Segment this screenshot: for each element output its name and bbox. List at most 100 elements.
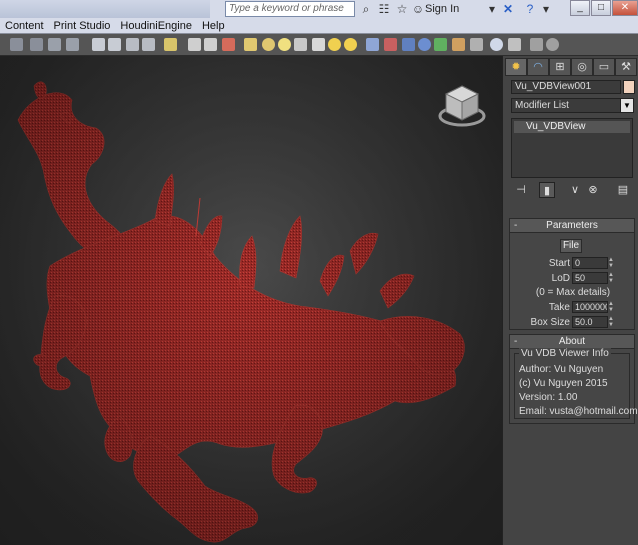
binoculars-icon[interactable]: ⌕ [358,1,374,17]
box-size-spinner-arrows-icon[interactable]: ▲ ▼ [608,316,614,328]
rotate-icon[interactable] [204,38,217,51]
wand-icon[interactable] [470,38,483,51]
eye-icon[interactable] [294,38,307,51]
help-icon[interactable]: ? [522,1,538,17]
pin-stack-icon[interactable]: ⊣ [513,182,529,198]
box-size-row: Box Size 50.0 ▲ ▼ [510,316,636,329]
box-size-label: Box Size [530,317,570,328]
start-spinner-field[interactable]: 0 [572,257,608,269]
command-panel: ✹ ◠ ⊞ ◎ ▭ ⚒ Vu_VDBView001 Modifier List … [502,56,638,545]
start-label: Start [548,258,570,269]
bind-icon[interactable] [402,38,415,51]
take-spinner-arrows-icon[interactable]: ▲ ▼ [608,301,614,313]
motion-tab-icon[interactable]: ◎ [571,58,593,76]
layers-icon[interactable] [108,38,121,51]
star-icon[interactable]: ☆ [394,1,410,17]
material-icon[interactable] [434,38,447,51]
box-icon[interactable] [244,38,257,51]
parameters-rollout-header[interactable]: - Parameters [510,219,634,233]
light-icon[interactable] [164,38,177,51]
teapot-icon[interactable] [66,38,79,51]
start-row: Start 0 ▲ ▼ [510,257,636,270]
about-group: Vu VDB Viewer Info Author: Vu Nguyen (c)… [514,348,638,419]
lod-spinner-arrows-icon[interactable]: ▲ ▼ [608,272,614,284]
render-sphere-icon[interactable] [490,38,503,51]
help-dropdown-icon[interactable]: ▾ [538,1,554,17]
about-rollout-header[interactable]: - About [510,335,634,349]
grid-icon[interactable] [142,38,155,51]
email-text: Email: vusta@hotmail.com [519,406,638,417]
lod-label: LoD [551,273,570,284]
hair-icon[interactable] [452,38,465,51]
unlink-icon[interactable] [384,38,397,51]
chevron-down-icon[interactable]: ▾ [484,1,500,17]
lod-spinner-field[interactable]: 50 [572,272,608,284]
parameters-rollout: - Parameters File Start 0 ▲ ▼ LoD 50 ▲ ▼ (… [509,218,635,330]
main-toolbar [0,34,638,56]
sun-icon[interactable] [328,38,341,51]
modifier-list-dropdown[interactable]: Modifier List [511,98,633,113]
minimize-icon[interactable]: _ [570,0,590,16]
options-icon[interactable] [530,38,543,51]
stack-controls: ⊣ ▮ ∨ ⊗ ▤ [511,182,635,200]
menu-content[interactable]: Content [0,18,49,34]
object-color-swatch[interactable] [623,80,635,94]
question-icon[interactable] [546,38,559,51]
stack-item[interactable]: Vu_VDBView [514,121,630,133]
window-controls: _ □ ✕ [570,0,638,16]
title-strip [0,0,210,18]
take-spinner-field[interactable]: 10000000000 [572,301,608,313]
author-text: Author: Vu Nguyen [519,364,604,375]
menu-bar: Type a keyword or phrase ⌕ ☷ ☆ ☺ Sign In… [0,0,638,34]
make-unique-icon[interactable]: ∨ [567,182,583,198]
render-setup-icon[interactable] [10,38,23,51]
snap-icon[interactable] [222,38,235,51]
utilities-tab-icon[interactable]: ⚒ [615,58,637,76]
camera-icon[interactable] [92,38,105,51]
menu-print-studio[interactable]: Print Studio [49,18,116,34]
geosphere-icon[interactable] [278,38,291,51]
restore-icon[interactable]: □ [591,0,611,16]
globe-icon[interactable] [418,38,431,51]
user-icon[interactable]: ☺ [410,1,426,17]
menu-help[interactable]: Help [197,18,230,34]
particle-icon[interactable] [188,38,201,51]
copyright-text: (c) Vu Nguyen 2015 [519,378,608,389]
main-menu: Content Print Studio HoudiniEngine Help [0,18,230,34]
cone-icon[interactable] [312,38,325,51]
start-spinner-arrows-icon[interactable]: ▲ ▼ [608,257,614,269]
box-size-spinner-field[interactable]: 50.0 [572,316,608,328]
menu-houdini-engine[interactable]: HoudiniEngine [115,18,197,34]
list-icon[interactable] [126,38,139,51]
close-icon[interactable]: ✕ [612,0,638,16]
configure-sets-icon[interactable]: ▤ [615,182,631,198]
sign-in-link[interactable]: Sign In [425,1,459,17]
link-icon[interactable] [366,38,379,51]
calendar-icon[interactable] [508,38,521,51]
lod-note: (0 = Max details) [535,287,611,298]
sky-icon[interactable] [344,38,357,51]
vdb-dragon-mesh [0,56,502,545]
about-rollout: - About Vu VDB Viewer Info Author: Vu Ng… [509,334,638,424]
modify-tab-icon[interactable]: ◠ [527,58,549,76]
about-group-label: Vu VDB Viewer Info [519,348,611,359]
remove-modifier-icon[interactable]: ⊗ [585,182,601,198]
file-button[interactable]: File [560,239,582,253]
modifier-stack: Vu_VDBView [511,118,633,178]
community-icon[interactable]: ☷ [376,1,392,17]
perspective-viewport[interactable] [0,56,502,545]
render-frame-icon[interactable] [30,38,43,51]
object-name-field[interactable]: Vu_VDBView001 [511,80,621,94]
sphere-icon[interactable] [262,38,275,51]
command-panel-tabs: ✹ ◠ ⊞ ◎ ▭ ⚒ [505,58,637,76]
render-icon[interactable] [48,38,61,51]
hierarchy-tab-icon[interactable]: ⊞ [549,58,571,76]
display-tab-icon[interactable]: ▭ [593,58,615,76]
take-row: Take 10000000000 ▲▼ [510,301,636,314]
create-tab-icon[interactable]: ✹ [505,58,527,76]
viewcube-icon[interactable] [436,80,488,132]
search-input[interactable]: Type a keyword or phrase [225,1,355,17]
exchange-icon[interactable]: ✕ [500,1,516,17]
chevron-down-icon[interactable]: ▼ [620,98,634,113]
show-end-result-icon[interactable]: ▮ [539,182,555,198]
